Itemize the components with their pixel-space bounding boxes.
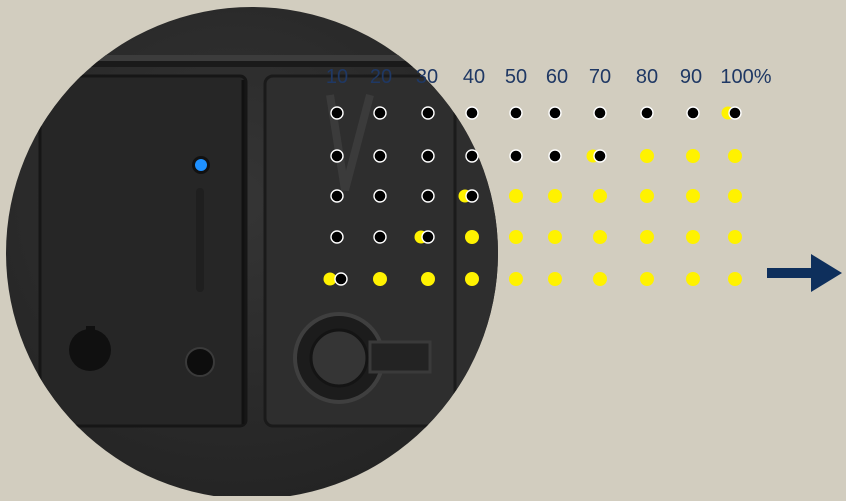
yellow-dot [640, 189, 654, 203]
scale-label: 90 [679, 66, 703, 88]
black-dot [373, 149, 387, 163]
black-dot [373, 189, 387, 203]
yellow-dot [686, 230, 700, 244]
scale-label: 100% [720, 66, 772, 88]
black-dot [509, 149, 523, 163]
black-dot [509, 106, 523, 120]
yellow-dot [686, 272, 700, 286]
scale-label: 30 [415, 66, 439, 88]
scale-label: 40 [462, 66, 486, 88]
black-dot [330, 189, 344, 203]
yellow-dot [421, 272, 435, 286]
yellow-dot [728, 230, 742, 244]
arrow-right-icon [767, 254, 842, 292]
yellow-dot [728, 149, 742, 163]
black-dot [465, 189, 479, 203]
yellow-dot [548, 230, 562, 244]
scale-label: 70 [588, 66, 612, 88]
black-dot [421, 189, 435, 203]
yellow-dot [640, 149, 654, 163]
black-dot [593, 149, 607, 163]
yellow-dot [465, 230, 479, 244]
device-closeup [6, 7, 498, 499]
yellow-dot [593, 189, 607, 203]
power-slider-track [196, 188, 204, 292]
yellow-dot [509, 189, 523, 203]
black-dot [421, 106, 435, 120]
black-dot [548, 149, 562, 163]
black-dot [465, 106, 479, 120]
yellow-dot [728, 272, 742, 286]
yellow-dot [465, 272, 479, 286]
black-dot [421, 230, 435, 244]
scale-label: 50 [504, 66, 528, 88]
black-dot [330, 106, 344, 120]
scale-label: 60 [545, 66, 569, 88]
black-dot [334, 272, 348, 286]
black-dot [686, 106, 700, 120]
yellow-dot [640, 272, 654, 286]
blue-led-indicator [195, 159, 207, 171]
black-dot [465, 149, 479, 163]
scale-label: 80 [635, 66, 659, 88]
black-dot [593, 106, 607, 120]
headphone-jack [185, 347, 215, 377]
black-dot [330, 230, 344, 244]
yellow-dot [593, 272, 607, 286]
yellow-dot [728, 189, 742, 203]
yellow-dot [373, 272, 387, 286]
black-dot [373, 106, 387, 120]
black-dot [421, 149, 435, 163]
black-dot [728, 106, 742, 120]
yellow-dot [509, 230, 523, 244]
yellow-dot [640, 230, 654, 244]
scale-label: 10 [325, 66, 349, 88]
yellow-dot [509, 272, 523, 286]
yellow-dot [548, 272, 562, 286]
yellow-dot [686, 189, 700, 203]
left-panel [38, 74, 248, 428]
black-dot [330, 149, 344, 163]
yellow-dot [686, 149, 700, 163]
scale-label: 20 [369, 66, 393, 88]
black-dot [548, 106, 562, 120]
black-dot [373, 230, 387, 244]
yellow-dot [593, 230, 607, 244]
battery-level-diagram: 10 20 30 40 50 60 70 80 90 100% [0, 0, 846, 499]
black-dot [640, 106, 654, 120]
yellow-dot [548, 189, 562, 203]
